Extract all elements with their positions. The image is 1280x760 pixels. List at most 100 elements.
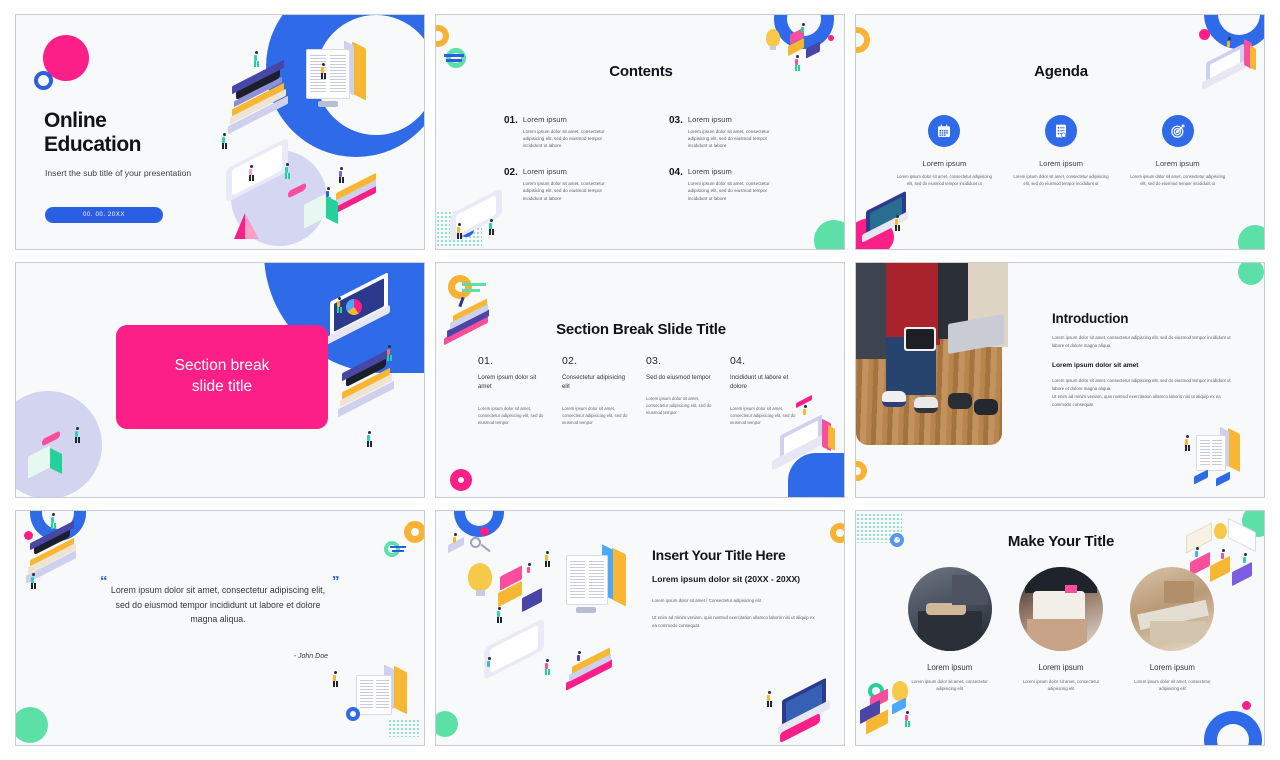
- photo-item-body: Lorem ipsum dolor sit amet, consectetur …: [1022, 679, 1100, 691]
- blue-arc-cutout: [1217, 724, 1249, 745]
- yellow-ring: [856, 461, 867, 481]
- contents-item-heading: Lorem ipsum: [687, 115, 732, 124]
- pink-dot: [828, 35, 834, 41]
- blue-arc: [30, 511, 86, 541]
- green-circle: [814, 220, 844, 249]
- column-item[interactable]: 01. Lorem ipsum dolor sit amet Lorem ips…: [478, 355, 550, 427]
- agenda-item[interactable]: Lorem ipsum Lorem ipsum dolor sit amet, …: [1119, 115, 1236, 187]
- photo-item[interactable]: Lorem ipsum Lorem ipsum dolor sit amet, …: [1117, 567, 1228, 693]
- monitor-person-illustration: [776, 677, 844, 744]
- blue-arc-cutout: [1218, 15, 1260, 35]
- contents-item-number: 03.: [669, 115, 683, 126]
- blue-arc-cutout: [787, 15, 821, 36]
- contents-item-body: Lorem ipsum dolor sit amet, consectetur …: [522, 129, 605, 149]
- blue-bar: [444, 54, 464, 57]
- insert-title-text-block: Insert Your Title Here Lorem ipsum dolor…: [652, 547, 817, 639]
- open-book-monitor-illustration: [346, 663, 424, 739]
- section-break-box[interactable]: Section break slide title: [116, 325, 328, 429]
- column-item[interactable]: 04. Incididunt ut labore et dolore Lorem…: [730, 355, 802, 427]
- photo-item-body: Lorem ipsum dolor sit amet, consectetur …: [1134, 679, 1211, 691]
- photo-item[interactable]: Lorem ipsum Lorem ipsum dolor sit amet, …: [894, 567, 1005, 693]
- yellow-ring: [856, 27, 870, 53]
- title-slide-subtitle: Insert the sub title of your presentatio…: [45, 168, 192, 178]
- contents-item[interactable]: 03. Lorem ipsum Lorem ipsum dolor sit am…: [669, 115, 804, 149]
- slide-introduction[interactable]: Introduction Lorem ipsum dolor sit amet,…: [855, 262, 1265, 498]
- slide-title[interactable]: Online Education Insert the sub title of…: [15, 14, 425, 250]
- green-circle: [16, 707, 48, 743]
- slide-contents[interactable]: Contents 01. Lorem ipsum Lorem ipsum dol…: [435, 14, 845, 250]
- open-book-monitor-illustration: [560, 544, 650, 627]
- lightbulb-illustration: [464, 561, 504, 601]
- column-item[interactable]: 03. Sed do eiusmod tempor Lorem ipsum do…: [646, 355, 718, 427]
- slide-section-break-columns[interactable]: Section Break Slide Title 01. Lorem ipsu…: [435, 262, 845, 498]
- blue-bar: [392, 550, 404, 552]
- slide-make-your-title[interactable]: Make Your Title Lorem ipsum Lorem ipsum …: [855, 510, 1265, 746]
- introduction-intro-body: Lorem ipsum dolor sit amet, consectetur …: [1052, 335, 1231, 348]
- calculator-eraser-illustration: [28, 429, 94, 479]
- pink-dot: [1242, 701, 1251, 710]
- contents-item[interactable]: 02. Lorem ipsum Lorem ipsum dolor sit am…: [504, 167, 639, 201]
- four-column-row: 01. Lorem ipsum dolor sit amet Lorem ips…: [478, 355, 808, 427]
- agenda-item[interactable]: Lorem ipsum Lorem ipsum dolor sit amet, …: [886, 115, 1003, 187]
- close-quote-icon: ”: [332, 573, 340, 590]
- blue-arc-cutout: [42, 511, 74, 529]
- yellow-ring: [404, 521, 424, 543]
- green-circle: [1238, 263, 1264, 285]
- slide-agenda[interactable]: Agenda Lorem ipsum Lorem ipsum dolor sit…: [855, 14, 1265, 250]
- yellow-ring: [436, 25, 449, 47]
- photo-item-heading: Lorem ipsum: [1149, 663, 1195, 672]
- agenda-item[interactable]: Lorem ipsum Lorem ipsum dolor sit amet, …: [1003, 115, 1120, 187]
- blue-ring: [34, 71, 53, 90]
- monitor-chart-illustration: [324, 272, 410, 349]
- quote-text: Lorem ipsum dolor sit amet, consectetur …: [110, 585, 326, 624]
- photo-circle: [907, 567, 992, 651]
- column-item[interactable]: 02. Consectetur adipisicing elit Lorem i…: [562, 355, 634, 427]
- open-book-illustration: [1192, 425, 1262, 489]
- contents-item-heading: Lorem ipsum: [687, 167, 732, 177]
- contents-title: Contents: [609, 63, 673, 80]
- slide-section-break[interactable]: Section break slide title: [15, 262, 425, 498]
- quote-author: - John Doe: [293, 653, 328, 660]
- column-heading: Lorem ipsum dolor sit amet: [478, 374, 537, 391]
- open-book-monitor-illustration: [300, 39, 390, 125]
- target-icon: [1161, 115, 1194, 147]
- slide-insert-your-title[interactable]: Insert Your Title Here Lorem ipsum dolor…: [435, 510, 845, 746]
- photo-item[interactable]: Lorem ipsum Lorem ipsum dolor sit amet, …: [1005, 567, 1116, 693]
- section-break-line-2: slide title: [191, 378, 253, 395]
- column-body: Lorem ipsum dolor sit amet, consectetur …: [646, 396, 712, 416]
- blue-shape: [788, 453, 844, 497]
- section-break-columns-title: Section Break Slide Title: [556, 321, 726, 338]
- eraser-illustration: [288, 182, 310, 201]
- date-badge[interactable]: 00. 00. 20XX: [45, 207, 163, 223]
- pink-blob: [856, 218, 894, 249]
- open-quote-icon: “: [100, 573, 108, 590]
- slide-deck-grid: Online Education Insert the sub title of…: [0, 0, 1280, 760]
- photo-item-body: Lorem ipsum dolor sit amet, consectetur …: [911, 679, 988, 691]
- green-circle: [436, 711, 458, 737]
- contents-item-number: 04.: [669, 167, 683, 179]
- contents-item-heading: Lorem ipsum: [522, 167, 567, 177]
- green-circle: [1238, 225, 1264, 249]
- contents-item[interactable]: 04. Lorem ipsum Lorem ipsum dolor sit am…: [669, 167, 804, 201]
- green-dot-pattern: [436, 211, 482, 247]
- three-photo-row: Lorem ipsum Lorem ipsum dolor sit amet, …: [894, 567, 1228, 693]
- lavender-circle: [231, 150, 327, 246]
- slide-7-decorations: [16, 511, 424, 745]
- agenda-item-heading: Lorem ipsum: [1155, 159, 1200, 168]
- column-number: 01.: [478, 355, 494, 367]
- agenda-item-body: Lorem ipsum dolor sit amet, consectetur …: [1013, 174, 1109, 186]
- pink-dot: [24, 531, 33, 540]
- slide-quote[interactable]: “ ” Lorem ipsum dolor sit amet, consecte…: [15, 510, 425, 746]
- blue-bar: [390, 546, 406, 548]
- pink-dot: [43, 35, 89, 81]
- column-number: 02.: [562, 355, 578, 367]
- agenda-item-heading: Lorem ipsum: [922, 159, 967, 168]
- green-bar: [462, 283, 486, 286]
- pink-dot: [480, 527, 489, 536]
- column-body: Lorem ipsum dolor sit amet, consectetur …: [478, 405, 544, 425]
- photo-item-heading: Lorem ipsum: [1038, 663, 1084, 672]
- contents-item[interactable]: 01. Lorem ipsum Lorem ipsum dolor sit am…: [504, 115, 639, 149]
- photo-item-heading: Lorem ipsum: [927, 663, 973, 672]
- insert-title-body-1: Lorem ipsum dolor sit amet / Consectetur…: [652, 597, 761, 603]
- checklist-icon: [1045, 115, 1077, 147]
